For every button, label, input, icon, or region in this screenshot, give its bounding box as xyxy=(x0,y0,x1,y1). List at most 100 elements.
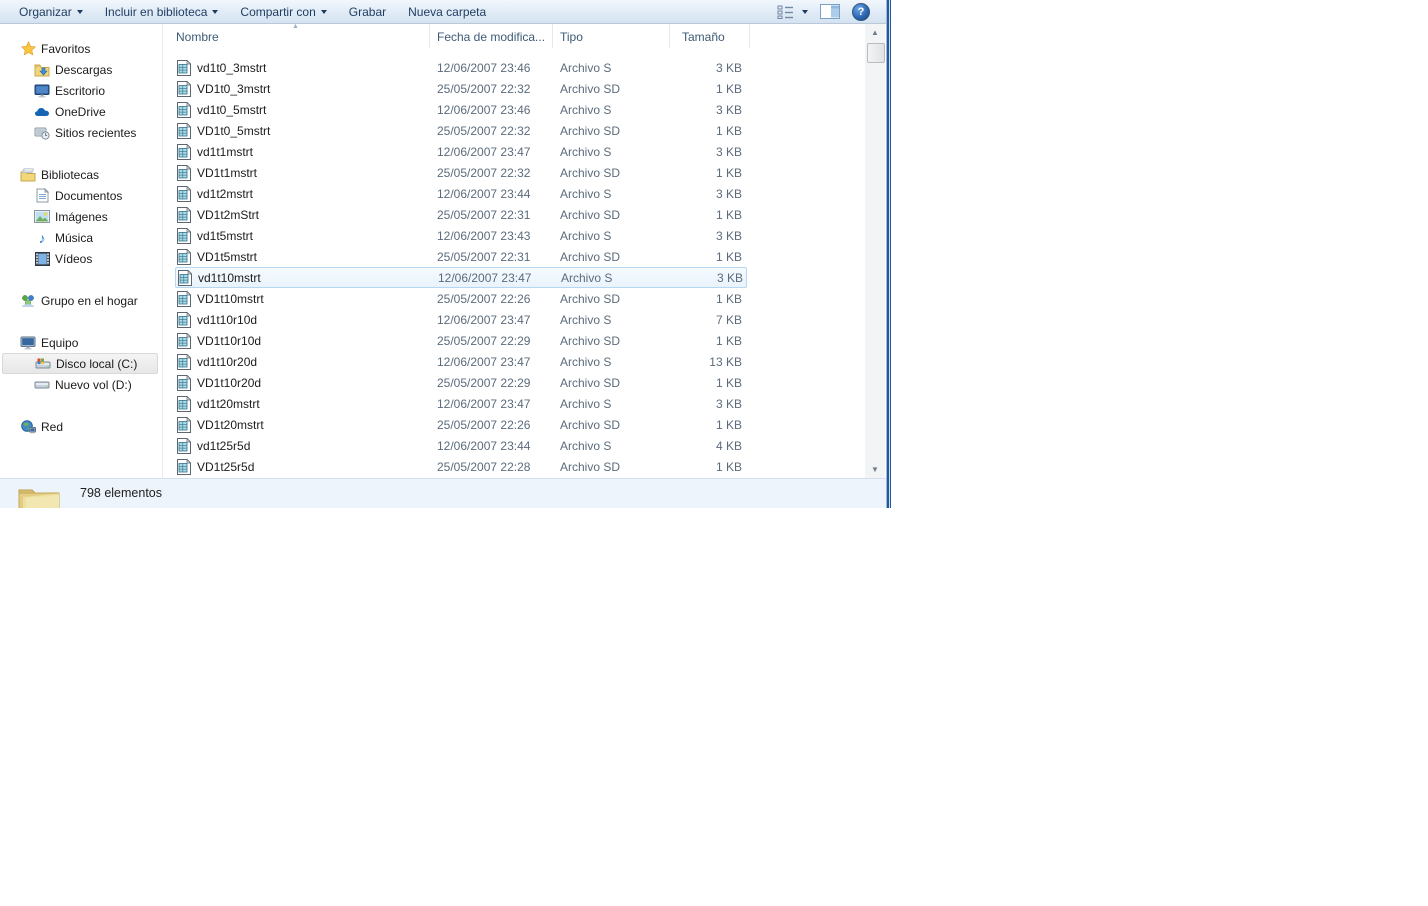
table-row[interactable]: vd1t0_5mstrt 12/06/2007 23:46 Archivo S … xyxy=(175,99,747,120)
share-with-button[interactable]: Compartir con xyxy=(229,0,337,23)
table-row[interactable]: VD1t25r5d 25/05/2007 22:28 Archivo SD 1 … xyxy=(175,456,747,477)
table-row[interactable]: VD1t0_5mstrt 25/05/2007 22:32 Archivo SD… xyxy=(175,120,747,141)
table-row[interactable]: vd1t10r20d 12/06/2007 23:47 Archivo S 13… xyxy=(175,351,747,372)
file-date-modified: 25/05/2007 22:29 xyxy=(437,376,560,390)
table-row[interactable]: vd1t1mstrt 12/06/2007 23:47 Archivo S 3 … xyxy=(175,141,747,162)
file-icon xyxy=(175,375,197,391)
table-row[interactable]: VD1t10r10d 25/05/2007 22:29 Archivo SD 1… xyxy=(175,330,747,351)
include-in-library-button[interactable]: Incluir en biblioteca xyxy=(94,0,230,23)
column-header-fecha[interactable]: Fecha de modifica... xyxy=(430,24,553,48)
network-icon xyxy=(20,419,36,435)
sidebar-item-imagenes[interactable]: Imágenes xyxy=(0,206,162,227)
file-type: Archivo S xyxy=(560,355,677,369)
file-date-modified: 25/05/2007 22:31 xyxy=(437,250,560,264)
table-row[interactable]: vd1t25r5d 12/06/2007 23:44 Archivo S 4 K… xyxy=(175,435,747,456)
table-row[interactable]: VD1t2mStrt 25/05/2007 22:31 Archivo SD 1… xyxy=(175,204,747,225)
file-name: vd1t2mstrt xyxy=(197,187,437,201)
sidebar-item-nuevo-vol-d[interactable]: Nuevo vol (D:) xyxy=(0,374,162,395)
column-header-nombre[interactable]: Nombre xyxy=(163,24,430,48)
file-name: vd1t10mstrt xyxy=(198,271,438,285)
file-icon xyxy=(175,417,197,433)
table-row[interactable]: VD1t20mstrt 25/05/2007 22:26 Archivo SD … xyxy=(175,414,747,435)
vertical-scrollbar[interactable]: ▲ ▼ xyxy=(865,24,885,478)
file-date-modified: 25/05/2007 22:32 xyxy=(437,82,560,96)
file-type: Archivo S xyxy=(560,145,677,159)
file-type: Archivo SD xyxy=(560,208,677,222)
file-name: vd1t0_3mstrt xyxy=(197,61,437,75)
table-row[interactable]: vd1t10r10d 12/06/2007 23:47 Archivo S 7 … xyxy=(175,309,747,330)
table-row[interactable]: VD1t0_3mstrt 25/05/2007 22:32 Archivo SD… xyxy=(175,78,747,99)
file-icon xyxy=(175,207,197,223)
file-type: Archivo SD xyxy=(560,82,677,96)
file-size: 1 KB xyxy=(677,418,747,432)
file-date-modified: 25/05/2007 22:32 xyxy=(437,166,560,180)
sidebar-item-equipo[interactable]: Equipo xyxy=(0,332,162,353)
sidebar-item-label: Escritorio xyxy=(55,84,105,98)
file-size: 1 KB xyxy=(677,376,747,390)
column-header-tipo[interactable]: Tipo xyxy=(553,24,670,48)
file-date-modified: 12/06/2007 23:47 xyxy=(437,355,560,369)
file-date-modified: 12/06/2007 23:47 xyxy=(438,271,561,285)
local-disk-icon xyxy=(35,356,51,372)
include-in-library-label: Incluir en biblioteca xyxy=(105,5,208,19)
command-toolbar: Organizar Incluir en biblioteca Comparti… xyxy=(0,0,886,24)
file-name: vd1t20mstrt xyxy=(197,397,437,411)
table-row[interactable]: VD1t1mstrt 25/05/2007 22:32 Archivo SD 1… xyxy=(175,162,747,183)
burn-button[interactable]: Grabar xyxy=(338,0,397,23)
explorer-window: Organizar Incluir en biblioteca Comparti… xyxy=(0,0,886,508)
details-pane: 798 elementos xyxy=(0,478,886,508)
sidebar-item-descargas[interactable]: Descargas xyxy=(0,59,162,80)
file-name: VD1t20mstrt xyxy=(197,418,437,432)
file-size: 3 KB xyxy=(677,187,747,201)
organize-button[interactable]: Organizar xyxy=(8,0,94,23)
sidebar-item-escritorio[interactable]: Escritorio xyxy=(0,80,162,101)
sidebar-item-documentos[interactable]: Documentos xyxy=(0,185,162,206)
table-row[interactable]: vd1t2mstrt 12/06/2007 23:44 Archivo S 3 … xyxy=(175,183,747,204)
file-name: VD1t10r10d xyxy=(197,334,437,348)
table-row[interactable]: vd1t5mstrt 12/06/2007 23:43 Archivo S 3 … xyxy=(175,225,747,246)
new-folder-button[interactable]: Nueva carpeta xyxy=(397,0,497,23)
table-row[interactable]: VD1t10r20d 25/05/2007 22:29 Archivo SD 1… xyxy=(175,372,747,393)
file-date-modified: 12/06/2007 23:47 xyxy=(437,397,560,411)
sidebar-item-onedrive[interactable]: OneDrive xyxy=(0,101,162,122)
scroll-up-button[interactable]: ▲ xyxy=(865,24,885,41)
onedrive-cloud-icon xyxy=(34,104,50,120)
table-row[interactable]: vd1t0_3mstrt 12/06/2007 23:46 Archivo S … xyxy=(175,57,747,78)
sidebar-item-disco-local-c[interactable]: Disco local (C:) xyxy=(2,353,158,374)
file-name: vd1t1mstrt xyxy=(197,145,437,159)
table-row[interactable]: VD1t10mstrt 25/05/2007 22:26 Archivo SD … xyxy=(175,288,747,309)
file-icon xyxy=(175,291,197,307)
table-row[interactable]: vd1t10mstrt 12/06/2007 23:47 Archivo S 3… xyxy=(175,267,747,288)
change-view-button[interactable] xyxy=(777,5,808,19)
sidebar-item-grupo-en-el-hogar[interactable]: Grupo en el hogar xyxy=(0,290,162,311)
preview-pane-icon[interactable] xyxy=(820,4,840,19)
file-type: Archivo S xyxy=(560,187,677,201)
file-icon xyxy=(175,333,197,349)
sidebar-item-sitios-recientes[interactable]: Sitios recientes xyxy=(0,122,162,143)
file-name: VD1t10r20d xyxy=(197,376,437,390)
file-date-modified: 25/05/2007 22:29 xyxy=(437,334,560,348)
sidebar-item-label: Bibliotecas xyxy=(41,168,99,182)
sidebar-item-musica[interactable]: ♪ Música xyxy=(0,227,162,248)
scrollbar-thumb[interactable] xyxy=(867,43,885,63)
table-row[interactable]: vd1t20mstrt 12/06/2007 23:47 Archivo S 3… xyxy=(175,393,747,414)
help-icon[interactable]: ? xyxy=(852,3,870,21)
sidebar-item-bibliotecas[interactable]: Bibliotecas xyxy=(0,164,162,185)
sidebar-item-videos[interactable]: Vídeos xyxy=(0,248,162,269)
drive-icon xyxy=(34,377,50,393)
file-icon xyxy=(175,144,197,160)
sidebar-item-label: Imágenes xyxy=(55,210,108,224)
file-name: vd1t10r20d xyxy=(197,355,437,369)
file-size: 1 KB xyxy=(677,250,747,264)
sidebar-item-label: Sitios recientes xyxy=(55,126,136,140)
sidebar-item-red[interactable]: Red xyxy=(0,416,162,437)
item-count: 798 elementos xyxy=(80,486,162,500)
table-row[interactable]: VD1t5mstrt 25/05/2007 22:31 Archivo SD 1… xyxy=(175,246,747,267)
scroll-down-button[interactable]: ▼ xyxy=(865,461,885,478)
file-size: 1 KB xyxy=(677,166,747,180)
file-type: Archivo SD xyxy=(560,250,677,264)
sidebar-item-favoritos[interactable]: Favoritos xyxy=(0,38,162,59)
recent-places-icon xyxy=(34,125,50,141)
file-type: Archivo S xyxy=(560,439,677,453)
column-header-tamano[interactable]: Tamaño xyxy=(670,24,750,48)
